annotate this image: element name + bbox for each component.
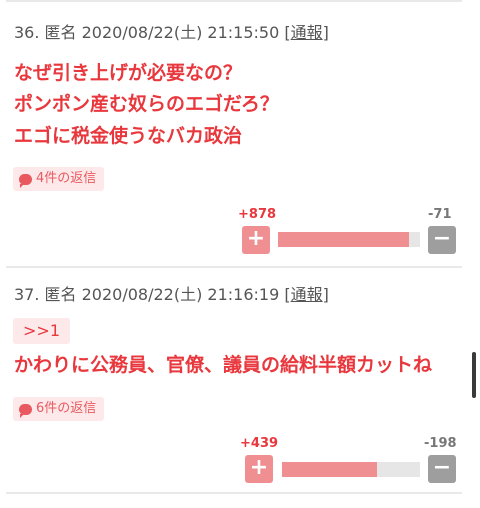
minus-vote-count: -198 xyxy=(424,436,457,451)
comment-line: かわりに公務員、官僚、議員の給料半額カットね xyxy=(14,354,433,376)
replies-button[interactable]: 4件の返信 xyxy=(13,167,105,191)
replies-button[interactable]: 6件の返信 xyxy=(13,397,105,421)
vote-ratio-fill xyxy=(282,462,378,477)
top-divider xyxy=(6,0,462,2)
replies-label: 4件の返信 xyxy=(36,171,97,186)
bracket-close: ] xyxy=(322,23,329,42)
comment-divider xyxy=(6,266,462,268)
plus-vote-count: +878 xyxy=(238,207,277,222)
minus-vote-button[interactable]: − xyxy=(428,226,456,254)
comment-meta: 37. 匿名 2020/08/22(土) 21:16:19 [通報] xyxy=(14,281,329,305)
minus-vote-button[interactable]: − xyxy=(428,455,456,483)
speech-bubble-icon xyxy=(19,403,32,418)
comment-line: ポンポン産む奴らのエゴだろ？ xyxy=(14,93,279,115)
vote-ratio-bar xyxy=(278,232,420,247)
minus-vote-count: -71 xyxy=(428,207,452,222)
plus-vote-button[interactable]: + xyxy=(242,226,270,254)
comment-header: 36. 匿名 2020/08/22(土) 21:15:50 [ xyxy=(14,23,291,42)
report-link[interactable]: 通報 xyxy=(291,23,323,42)
comment-line: エゴに税金使うなバカ政治 xyxy=(14,125,243,147)
comment-header: 37. 匿名 2020/08/22(土) 21:16:19 [ xyxy=(14,285,291,304)
comment-line: なぜ引き上げが必要なの？ xyxy=(14,62,243,84)
replies-label: 6件の返信 xyxy=(36,401,97,416)
vote-ratio-fill xyxy=(278,232,410,247)
comment-meta: 36. 匿名 2020/08/22(土) 21:15:50 [通報] xyxy=(14,19,329,43)
bottom-divider xyxy=(6,492,462,494)
report-link[interactable]: 通報 xyxy=(291,285,323,304)
anchor-link[interactable]: >>1 xyxy=(13,318,70,344)
bracket-close: ] xyxy=(322,285,329,304)
plus-vote-button[interactable]: + xyxy=(245,455,273,483)
plus-vote-count: +439 xyxy=(240,436,279,451)
speech-bubble-icon xyxy=(19,173,32,188)
vote-ratio-bar xyxy=(282,462,420,477)
scrollbar-thumb[interactable] xyxy=(472,352,476,398)
